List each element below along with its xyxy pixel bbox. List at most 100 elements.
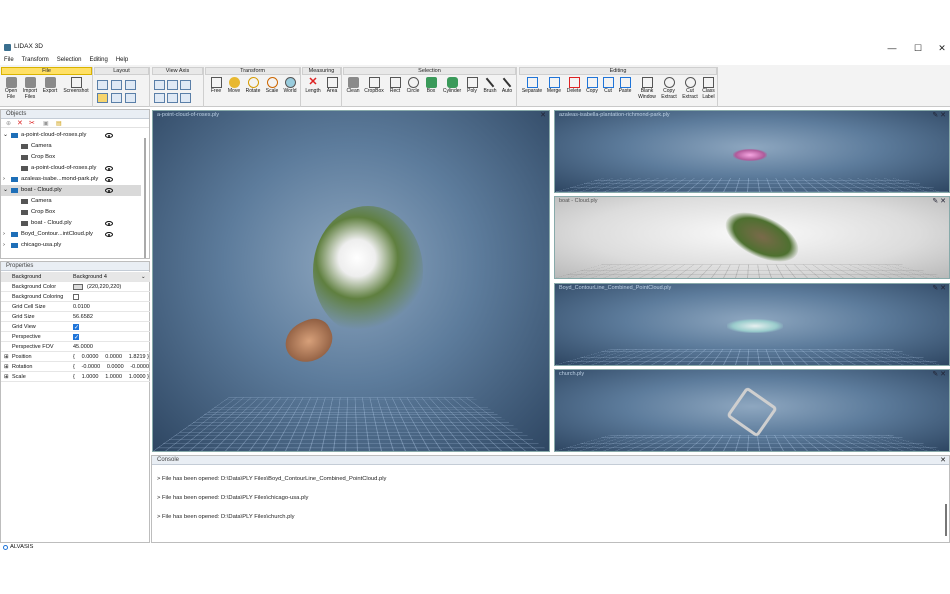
cut-extract-button[interactable]: Cut Extract: [680, 77, 700, 100]
menu-transform[interactable]: Transform: [18, 55, 53, 65]
tree-item[interactable]: Camera: [1, 196, 141, 207]
layout-two-button[interactable]: [125, 93, 136, 103]
remove-object-icon[interactable]: ✕: [17, 119, 23, 127]
auto-button[interactable]: Auto: [499, 77, 515, 95]
ribbon-tab-selection[interactable]: Selection: [343, 67, 516, 75]
objects-scrollbar[interactable]: [144, 138, 146, 258]
tree-item[interactable]: › azaleas-isabe...mond-park.ply: [1, 174, 141, 185]
expand-chevron-icon[interactable]: ›: [3, 240, 5, 251]
paste-object-icon[interactable]: ▤: [56, 120, 62, 127]
cropbox-button[interactable]: CropBox: [362, 77, 386, 95]
view-top-button[interactable]: [154, 80, 165, 90]
ribbon-tab-layout[interactable]: Layout: [94, 67, 149, 75]
viewport-close-icon[interactable]: ✎ ✕: [932, 284, 946, 292]
view-front-button[interactable]: [167, 80, 178, 90]
ribbon-tab-file[interactable]: File: [1, 67, 92, 75]
chevron-down-icon[interactable]: ⌄: [141, 272, 146, 282]
length-button[interactable]: ✕ Length: [303, 77, 323, 95]
copy-extract-button[interactable]: Copy Extract: [659, 77, 679, 100]
background-color-value[interactable]: (220,220,220): [73, 282, 121, 292]
property-checkbox[interactable]: [73, 333, 79, 343]
view-bottom-button[interactable]: [154, 93, 165, 103]
cut-object-icon[interactable]: ✂: [29, 119, 35, 127]
tree-item[interactable]: boat - Cloud.ply: [1, 218, 141, 229]
expand-plus-icon[interactable]: ⊞: [4, 362, 9, 372]
brush-button[interactable]: Brush: [481, 77, 499, 95]
visibility-eye-icon[interactable]: [105, 133, 113, 138]
free-button[interactable]: Free: [208, 77, 224, 95]
property-value[interactable]: 45.0000: [73, 342, 93, 352]
minimize-button[interactable]: —: [884, 42, 900, 54]
world-button[interactable]: World: [281, 77, 299, 95]
rotate-button[interactable]: Rotate: [243, 77, 263, 95]
expand-chevron-icon[interactable]: ›: [3, 229, 5, 240]
menu-file[interactable]: File: [0, 55, 18, 65]
visibility-eye-icon[interactable]: [105, 177, 113, 182]
ribbon-tab-view-axis[interactable]: View Axis: [152, 67, 203, 75]
property-vector-value[interactable]: {1.0000 1.0000 1.0000 }: [73, 372, 149, 382]
expand-plus-icon[interactable]: ⊞: [4, 372, 9, 382]
viewport-close-icon[interactable]: ✎ ✕: [932, 370, 946, 378]
background-select[interactable]: Background 4 ⌄: [73, 272, 146, 282]
tree-item[interactable]: › chicago-usa.ply: [1, 240, 141, 251]
close-button[interactable]: ✕: [934, 42, 950, 54]
separate-button[interactable]: Separate: [520, 77, 544, 95]
expand-chevron-icon[interactable]: ⌄: [3, 185, 8, 196]
viewport-boyd[interactable]: Boyd_ContourLine_Combined_PointCloud.ply…: [554, 283, 950, 366]
visibility-eye-icon[interactable]: [105, 188, 113, 193]
open-file-button[interactable]: Open File: [3, 77, 19, 100]
rect-button[interactable]: Rect: [387, 77, 403, 95]
area-button[interactable]: Area: [323, 77, 341, 95]
expand-plus-icon[interactable]: ⊞: [4, 352, 9, 362]
view-left-button[interactable]: [180, 80, 191, 90]
scale-button[interactable]: Scale: [263, 77, 281, 95]
clean-button[interactable]: Clean: [344, 77, 362, 95]
maximize-button[interactable]: ☐: [910, 42, 926, 54]
delete-button[interactable]: Delete: [564, 77, 584, 95]
tree-item[interactable]: Crop Box: [1, 152, 141, 163]
viewport-boat[interactable]: boat - Cloud.ply ✎ ✕: [554, 196, 950, 279]
copy-button[interactable]: Copy: [584, 77, 600, 95]
tree-item[interactable]: Camera: [1, 141, 141, 152]
screenshot-button[interactable]: Screenshot: [61, 77, 91, 95]
tree-item[interactable]: a-point-cloud-of-roses.ply: [1, 163, 141, 174]
ribbon-tab-transform[interactable]: Transform: [205, 67, 300, 75]
box-button[interactable]: Box: [423, 77, 439, 95]
viewport-azaleas[interactable]: azaleas-isabella-plantation-richmond-par…: [554, 110, 950, 193]
property-value[interactable]: 0.0100: [73, 302, 90, 312]
viewport-main[interactable]: a-point-cloud-of-roses.ply ✕: [152, 110, 550, 452]
visibility-eye-icon[interactable]: [105, 166, 113, 171]
export-button[interactable]: Export: [41, 77, 59, 95]
layout-quad-button[interactable]: [111, 93, 122, 103]
tree-item[interactable]: › Boyd_Contour...intCloud.ply: [1, 229, 141, 240]
cylinder-button[interactable]: Cylinder: [440, 77, 464, 95]
menu-help[interactable]: Help: [112, 55, 132, 65]
paste-button[interactable]: Paste: [616, 77, 634, 95]
ribbon-tab-measuring[interactable]: Measuring: [302, 67, 341, 75]
move-button[interactable]: Move: [225, 77, 243, 95]
tree-item[interactable]: ⌄ boat - Cloud.ply: [1, 185, 141, 196]
viewport-church[interactable]: church.ply ✎ ✕: [554, 369, 950, 452]
layout-split-button[interactable]: [111, 80, 122, 90]
property-checkbox[interactable]: [73, 323, 79, 333]
tree-item[interactable]: Crop Box: [1, 207, 141, 218]
view-right-button[interactable]: [180, 93, 191, 103]
property-value[interactable]: 56.6582: [73, 312, 93, 322]
view-back-button[interactable]: [167, 93, 178, 103]
expand-chevron-icon[interactable]: ⌄: [3, 130, 8, 141]
blank-window-button[interactable]: Blank Window: [635, 77, 659, 100]
cut-button[interactable]: Cut: [601, 77, 615, 95]
poly-button[interactable]: Poly: [464, 77, 480, 95]
property-checkbox[interactable]: [73, 294, 79, 300]
property-vector-value[interactable]: {0.0000 0.0000 1.8219 }: [73, 352, 149, 362]
layout-one-four-button[interactable]: [97, 93, 108, 103]
add-object-icon[interactable]: ⊕: [6, 120, 11, 127]
viewport-close-icon[interactable]: ✎ ✕: [932, 197, 946, 205]
visibility-eye-icon[interactable]: [105, 221, 113, 226]
console-close-icon[interactable]: ✕: [940, 456, 946, 464]
circle-button[interactable]: Circle: [403, 77, 423, 95]
copy-object-icon[interactable]: ▣: [43, 120, 49, 127]
visibility-eye-icon[interactable]: [105, 232, 113, 237]
layout-single-button[interactable]: [97, 80, 108, 90]
viewport-close-icon[interactable]: ✕: [540, 111, 546, 119]
